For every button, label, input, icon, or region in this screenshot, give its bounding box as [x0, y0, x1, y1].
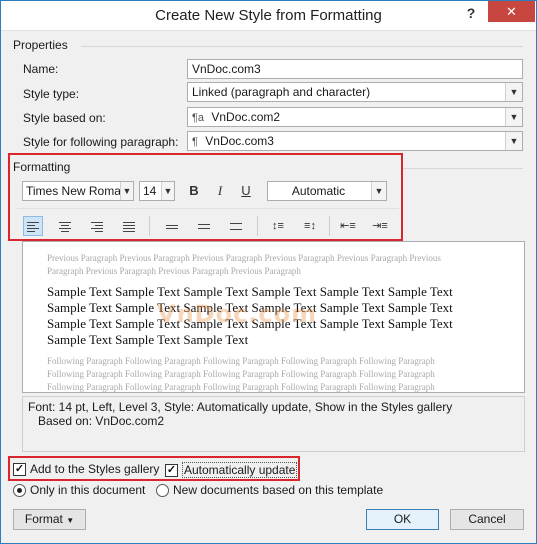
sample-text-line: Sample Text Sample Text Sample Text — [47, 332, 249, 347]
style-based-on-select[interactable]: ¶a VnDoc.com2 ▼ — [187, 107, 523, 127]
style-description: Font: 14 pt, Left, Level 3, Style: Autom… — [22, 396, 525, 452]
close-button[interactable]: ✕ — [488, 1, 535, 22]
one-half-spacing-icon — [198, 222, 210, 231]
format-menu-button[interactable]: Format ▼ — [13, 509, 86, 530]
format-button-label: Format — [24, 512, 63, 526]
outdent-icon: ⇤≡ — [340, 220, 356, 232]
checkbox-checked-icon[interactable]: ✓ — [13, 462, 26, 476]
previous-paragraph-line: Previous Paragraph Previous Paragraph Pr… — [47, 253, 441, 263]
sample-text-line: Sample Text Sample Text Sample Text Samp… — [47, 284, 453, 299]
style-based-on-value: VnDoc.com2 — [211, 110, 281, 124]
following-paragraph-label: Style for following paragraph: — [23, 135, 179, 149]
align-left-icon — [27, 220, 39, 234]
description-line: Based on: VnDoc.com2 — [38, 414, 165, 428]
linked-style-icon: ¶a — [192, 112, 205, 124]
font-color-value: Automatic — [291, 184, 346, 198]
chevron-down-icon[interactable]: ▼ — [120, 182, 133, 200]
following-paragraph-line: Following Paragraph Following Paragraph … — [47, 382, 435, 392]
style-based-on-label: Style based on: — [23, 111, 106, 125]
add-to-gallery-checkbox[interactable]: ✓ Add to the Styles gallery — [13, 462, 159, 476]
ok-button[interactable]: OK — [366, 509, 439, 530]
align-right-button[interactable] — [87, 216, 107, 236]
name-label: Name: — [23, 62, 59, 76]
spacing-down-icon: ≡↕ — [304, 220, 316, 232]
align-center-button[interactable] — [55, 216, 75, 236]
chevron-down-icon[interactable]: ▼ — [371, 182, 386, 200]
dropdown-arrow-icon: ▼ — [66, 516, 75, 525]
style-type-label: Style type: — [23, 87, 80, 101]
single-spacing-icon — [166, 223, 178, 231]
single-spacing-button[interactable] — [162, 216, 182, 236]
font-name-select[interactable]: Times New Roman ▼ — [22, 181, 134, 201]
italic-button[interactable]: I — [210, 181, 230, 201]
chevron-down-icon[interactable]: ▼ — [505, 83, 522, 101]
paragraph-mark-icon: ¶ — [192, 136, 198, 148]
following-paragraph-value: VnDoc.com3 — [205, 134, 274, 148]
following-paragraph-line: Following Paragraph Following Paragraph … — [47, 369, 435, 379]
toolbar-separator — [329, 216, 330, 236]
dialog-title: Create New Style from Formatting — [155, 7, 382, 24]
chevron-down-icon[interactable]: ▼ — [505, 108, 522, 126]
auto-update-label: Automatically update — [182, 462, 298, 478]
radio-selected-icon[interactable] — [13, 483, 26, 497]
increase-paragraph-spacing-button[interactable]: ↕≡ — [268, 216, 288, 236]
new-documents-radio[interactable]: New documents based on this template — [156, 483, 383, 497]
toolbar-separator — [257, 216, 258, 236]
double-spacing-icon — [230, 221, 242, 232]
font-name-value: Times New Roman — [26, 184, 128, 198]
cancel-button[interactable]: Cancel — [450, 509, 524, 530]
toolbar-divider — [17, 208, 399, 209]
decrease-indent-button[interactable]: ⇤≡ — [338, 216, 358, 236]
formatting-section-label: Formatting — [13, 160, 71, 174]
align-right-icon — [91, 220, 103, 234]
checkbox-checked-icon[interactable]: ✓ — [165, 463, 178, 477]
title-bar: Create New Style from Formatting ? ✕ — [1, 1, 536, 31]
indent-icon: ⇥≡ — [372, 220, 388, 232]
toolbar-separator — [149, 216, 150, 236]
previous-paragraph-text: Previous Paragraph Previous Paragraph Pr… — [47, 252, 487, 278]
formatting-divider — [403, 168, 523, 169]
align-center-icon — [59, 220, 71, 234]
radio-unselected-icon[interactable] — [156, 483, 169, 497]
bold-button[interactable]: B — [184, 181, 204, 201]
only-this-document-radio[interactable]: Only in this document — [13, 483, 145, 497]
watermark-logo: VnDoc.com — [157, 300, 318, 328]
font-size-value: 14 — [143, 184, 157, 198]
chevron-down-icon[interactable]: ▼ — [505, 132, 522, 150]
previous-paragraph-line: Paragraph Previous Paragraph Previous Pa… — [47, 266, 301, 276]
font-size-select[interactable]: 14 ▼ — [139, 181, 175, 201]
description-line: Font: 14 pt, Left, Level 3, Style: Autom… — [28, 400, 453, 414]
following-paragraph-line: Following Paragraph Following Paragraph … — [47, 356, 435, 366]
one-half-spacing-button[interactable] — [194, 216, 214, 236]
only-this-document-label: Only in this document — [30, 483, 146, 497]
decrease-paragraph-spacing-button[interactable]: ≡↕ — [300, 216, 320, 236]
style-type-value: Linked (paragraph and character) — [192, 85, 371, 99]
add-to-gallery-label: Add to the Styles gallery — [30, 462, 160, 476]
create-style-dialog: Create New Style from Formatting ? ✕ Pro… — [0, 0, 537, 544]
underline-button[interactable]: U — [236, 181, 256, 201]
double-spacing-button[interactable] — [226, 216, 246, 236]
following-paragraph-select[interactable]: ¶ VnDoc.com3 ▼ — [187, 131, 523, 151]
new-documents-label: New documents based on this template — [173, 483, 384, 497]
spacing-up-icon: ↕≡ — [272, 220, 284, 232]
increase-indent-button[interactable]: ⇥≡ — [370, 216, 390, 236]
chevron-down-icon[interactable]: ▼ — [161, 182, 174, 200]
justify-icon — [123, 220, 135, 234]
style-type-select[interactable]: Linked (paragraph and character) ▼ — [187, 82, 523, 102]
auto-update-checkbox[interactable]: ✓ Automatically update — [165, 462, 298, 478]
justify-button[interactable] — [119, 216, 139, 236]
align-left-button[interactable] — [23, 216, 43, 236]
properties-section-label: Properties — [13, 38, 68, 52]
name-field[interactable]: VnDoc.com3 — [187, 59, 523, 79]
following-paragraph-text: Following Paragraph Following Paragraph … — [47, 355, 487, 392]
style-preview-pane: Previous Paragraph Previous Paragraph Pr… — [22, 241, 525, 393]
help-button[interactable]: ? — [463, 5, 479, 25]
font-color-select[interactable]: Automatic ▼ — [267, 181, 387, 201]
properties-divider — [81, 46, 523, 47]
